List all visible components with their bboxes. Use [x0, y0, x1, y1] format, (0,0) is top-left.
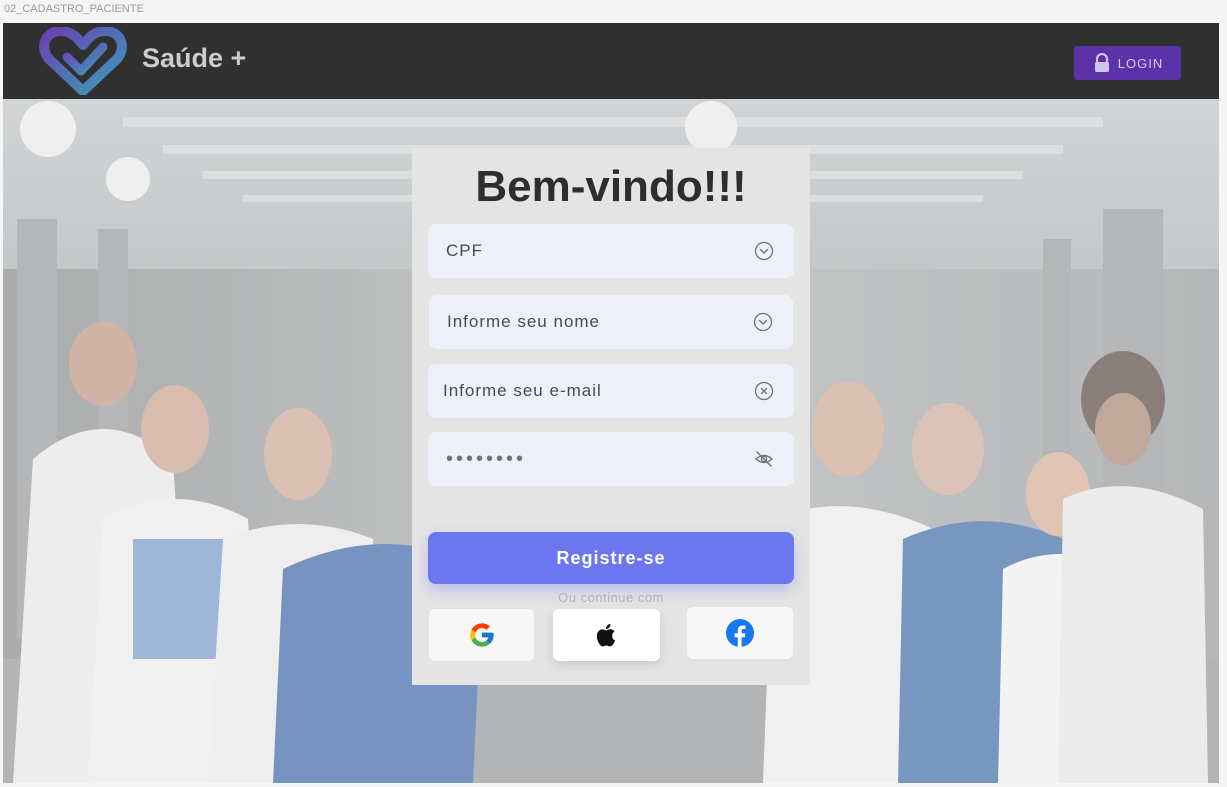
frame-label: 02_CADASTRO_PACIENTE	[4, 3, 144, 15]
brand-name: Saúde +	[142, 43, 247, 73]
login-button[interactable]: LOGIN	[1074, 46, 1181, 80]
top-header: Saúde + LOGIN	[3, 23, 1219, 99]
facebook-icon	[726, 619, 754, 647]
clear-circle-icon[interactable]	[754, 381, 774, 401]
apple-login-button[interactable]	[553, 609, 660, 661]
logo-icon	[39, 27, 127, 95]
cpf-field[interactable]: CPF	[428, 224, 794, 278]
password-value: ••••••••	[446, 447, 527, 470]
eye-off-icon[interactable]	[754, 449, 774, 469]
cpf-placeholder: CPF	[446, 241, 483, 260]
google-icon	[469, 623, 494, 647]
registration-card: Bem-vindo!!! CPF Informe seu nome Inform…	[412, 148, 810, 685]
registration-screen: Saúde + LOGIN Bem-vindo!!! CPF Informe s…	[3, 23, 1219, 783]
name-field[interactable]: Informe seu nome	[429, 295, 793, 349]
welcome-title: Bem-vindo!!!	[475, 162, 747, 211]
google-login-button[interactable]	[429, 609, 534, 661]
register-button[interactable]: Registre-se	[428, 532, 794, 584]
apple-icon	[596, 623, 615, 647]
chevron-circle-down-icon[interactable]	[753, 312, 773, 332]
password-field[interactable]: ••••••••	[428, 432, 794, 486]
name-placeholder: Informe seu nome	[447, 312, 601, 331]
chevron-circle-down-icon[interactable]	[754, 241, 774, 261]
email-field[interactable]: Informe seu e-mail	[428, 364, 794, 418]
login-label: LOGIN	[1117, 55, 1164, 71]
facebook-login-button[interactable]	[687, 607, 793, 659]
email-placeholder: Informe seu e-mail	[443, 381, 602, 400]
lock-icon	[1094, 53, 1109, 72]
alternative-login-label: Ou continue com	[558, 590, 664, 605]
